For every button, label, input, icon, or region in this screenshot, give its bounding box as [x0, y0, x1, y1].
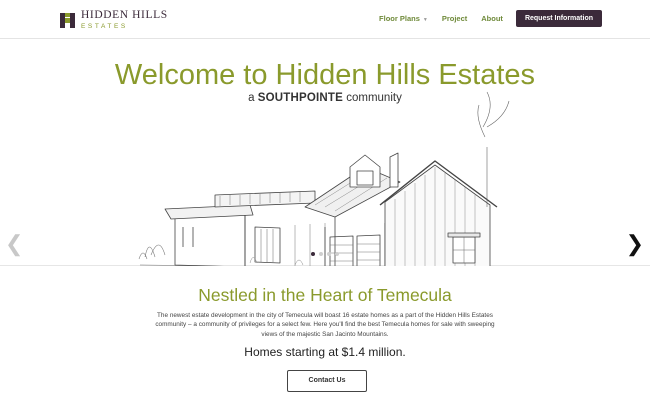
logo[interactable]: HIDDEN HILLS ESTATES — [60, 9, 168, 30]
logo-subtitle: ESTATES — [81, 22, 128, 30]
nav-about[interactable]: About — [481, 14, 503, 23]
section-title: Nestled in the Heart of Temecula — [198, 285, 452, 305]
intro-section: Nestled in the Heart of Temecula The new… — [0, 266, 650, 418]
chevron-down-icon: ▼ — [422, 17, 428, 23]
house-illustration — [138, 91, 510, 272]
request-information-button[interactable]: Request Information — [515, 10, 602, 27]
hero-carousel: Welcome to Hidden Hills Estates a SOUTHP… — [0, 39, 650, 272]
site-header: HIDDEN HILLS ESTATES Floor Plans ▼ Projec… — [0, 0, 650, 39]
logo-icon — [60, 12, 75, 28]
carousel-dot[interactable] — [327, 252, 331, 256]
carousel-dot[interactable] — [311, 252, 315, 256]
main-nav: Floor Plans ▼ Project About Request Infor… — [365, 10, 602, 27]
carousel-dot[interactable] — [319, 252, 323, 256]
nav-project[interactable]: Project — [442, 14, 467, 23]
contact-us-button[interactable]: Contact Us — [287, 370, 367, 392]
carousel-indicators — [0, 252, 650, 256]
section-body: The newest estate development in the cit… — [155, 312, 495, 338]
carousel-dot[interactable] — [335, 252, 339, 256]
price-statement: Homes starting at $1.4 million. — [244, 345, 406, 359]
logo-title: HIDDEN HILLS — [81, 9, 168, 21]
nav-floor-plans[interactable]: Floor Plans ▼ — [379, 14, 428, 23]
